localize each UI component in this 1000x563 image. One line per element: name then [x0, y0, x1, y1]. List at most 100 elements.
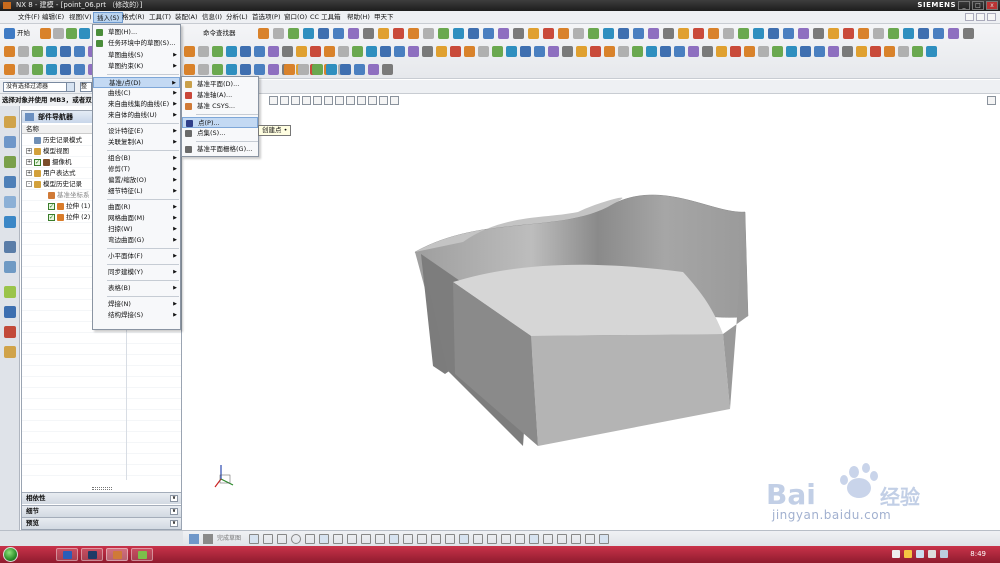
- auto-constrain-icon[interactable]: [529, 534, 539, 544]
- taskbar-app-button[interactable]: [131, 548, 153, 561]
- web-browser-tab-icon[interactable]: [4, 216, 16, 228]
- collapse-icon[interactable]: -: [26, 181, 32, 187]
- command-finder-button[interactable]: 命令查找器: [203, 28, 236, 39]
- taskbar-word-button[interactable]: [56, 548, 78, 561]
- layer-icon[interactable]: [933, 28, 944, 39]
- insert-menu-item[interactable]: 来自曲线集的曲线(E) ▶: [93, 99, 180, 110]
- insert-menu-item[interactable]: 细节特征(L) ▶: [93, 186, 180, 197]
- trim-icon[interactable]: [450, 46, 461, 57]
- insert-menu-item[interactable]: 同步建模(Y) ▶: [93, 267, 180, 278]
- menu-item[interactable]: 帮助(H): [344, 12, 373, 23]
- insert-menu-item[interactable]: 偏置/缩放(O) ▶: [93, 175, 180, 186]
- insert-menu-item[interactable]: 扫掠(W) ▶: [93, 224, 180, 235]
- rotate-icon[interactable]: [513, 28, 524, 39]
- menu-item[interactable]: CC 工具箱: [307, 12, 344, 23]
- convert-reference-icon[interactable]: [557, 534, 567, 544]
- finish-sketch-icon[interactable]: [189, 534, 199, 544]
- pocket-icon[interactable]: [74, 46, 85, 57]
- analysis-icon[interactable]: [184, 64, 195, 75]
- minimize-button[interactable]: _: [958, 1, 970, 10]
- wcs-icon[interactable]: [254, 64, 265, 75]
- derived-lines-icon[interactable]: [445, 534, 455, 544]
- render-icon[interactable]: [903, 28, 914, 39]
- insert-menu-item[interactable]: 基准/点(D) ▶: [93, 77, 180, 88]
- circle-icon[interactable]: [291, 534, 301, 544]
- history-tab-icon[interactable]: [4, 241, 16, 253]
- start-orb-icon[interactable]: [3, 547, 18, 562]
- rotate-icon[interactable]: [423, 28, 434, 39]
- render-icon[interactable]: [813, 28, 824, 39]
- snap-icon[interactable]: [288, 28, 299, 39]
- sew-icon[interactable]: [632, 46, 643, 57]
- line-icon[interactable]: [263, 534, 273, 544]
- menu-item[interactable]: 装配(A): [172, 12, 201, 23]
- hole-icon[interactable]: [46, 46, 57, 57]
- quick-extend-icon[interactable]: [487, 534, 497, 544]
- offset-icon[interactable]: [226, 46, 237, 57]
- view-icon[interactable]: [798, 28, 809, 39]
- surface-icon[interactable]: [352, 46, 363, 57]
- arc-icon[interactable]: [277, 534, 287, 544]
- view-icon[interactable]: [708, 28, 719, 39]
- navigator-node[interactable]: - 模型历史记录: [26, 179, 82, 189]
- chevron-down-icon[interactable]: ∨: [170, 520, 178, 527]
- manufacturing-wizards-tab-icon[interactable]: [4, 306, 16, 318]
- sew-icon[interactable]: [800, 46, 811, 57]
- layer-icon[interactable]: [843, 28, 854, 39]
- menu-item[interactable]: 信息(I): [199, 12, 225, 23]
- chamfer-icon[interactable]: [319, 534, 329, 544]
- roles-tab-icon[interactable]: [4, 326, 16, 338]
- check-icon[interactable]: [226, 64, 237, 75]
- doc-minimize-button[interactable]: [965, 13, 974, 21]
- menu-item[interactable]: 编辑(E): [39, 12, 67, 23]
- snap-icon[interactable]: [378, 28, 389, 39]
- tray-language-icon[interactable]: [892, 550, 900, 558]
- surface-icon[interactable]: [184, 46, 195, 57]
- mirror-icon[interactable]: [368, 64, 379, 75]
- fillet-icon[interactable]: [305, 534, 315, 544]
- section-icon[interactable]: [212, 64, 223, 75]
- pattern-icon[interactable]: [298, 64, 309, 75]
- sew-icon[interactable]: [548, 46, 559, 57]
- navigator-node[interactable]: + 模型视图: [26, 146, 69, 156]
- info-icon[interactable]: [240, 64, 251, 75]
- column-name-header[interactable]: 名称: [26, 125, 39, 133]
- line-icon[interactable]: [18, 64, 29, 75]
- measure-icon[interactable]: [198, 64, 209, 75]
- layer-icon[interactable]: [393, 28, 404, 39]
- reuse-library-tab-icon[interactable]: [4, 176, 16, 188]
- insert-menu-item[interactable]: 任务环境中的草图(S)...: [93, 38, 180, 49]
- chamfer-icon[interactable]: [758, 46, 769, 57]
- expand-icon[interactable]: +: [26, 159, 32, 165]
- layer-icon[interactable]: [573, 28, 584, 39]
- fit-icon[interactable]: [588, 28, 599, 39]
- insert-menu-item[interactable]: 草图曲线(S) ▶: [93, 50, 180, 61]
- trim-icon[interactable]: [870, 46, 881, 57]
- chamfer-icon[interactable]: [254, 46, 265, 57]
- extrude-icon[interactable]: [18, 46, 29, 57]
- blend-icon[interactable]: [492, 46, 503, 57]
- close-button[interactable]: x: [986, 1, 998, 10]
- tray-volume-icon[interactable]: [928, 550, 936, 558]
- chamfer-icon[interactable]: [674, 46, 685, 57]
- blend-icon[interactable]: [828, 46, 839, 57]
- navigator-panel[interactable]: 预览 ∨: [22, 517, 181, 529]
- selection-scope-select[interactable]: 整: [80, 82, 92, 92]
- snap-icon[interactable]: [468, 28, 479, 39]
- boss-icon[interactable]: [60, 46, 71, 57]
- blend-icon[interactable]: [744, 46, 755, 57]
- relations-icon[interactable]: [599, 534, 609, 544]
- chamfer-icon[interactable]: [590, 46, 601, 57]
- snap-icon[interactable]: [558, 28, 569, 39]
- doc-close-button[interactable]: [987, 13, 996, 21]
- surface-icon[interactable]: [688, 46, 699, 57]
- insert-menu-item[interactable]: 弯边曲面(G) ▶: [93, 235, 180, 246]
- insert-menu-item[interactable]: 焊接(N) ▶: [93, 299, 180, 310]
- offset-icon[interactable]: [310, 46, 321, 57]
- studio-spline-icon[interactable]: [361, 534, 371, 544]
- datum-menu-item[interactable]: 基准 CSYS...: [182, 101, 258, 112]
- point-icon[interactable]: [375, 534, 385, 544]
- visibility-checkbox[interactable]: ✓: [48, 213, 55, 221]
- trim-icon[interactable]: [366, 46, 377, 57]
- insert-menu-item[interactable]: 草图(H)...: [93, 27, 180, 38]
